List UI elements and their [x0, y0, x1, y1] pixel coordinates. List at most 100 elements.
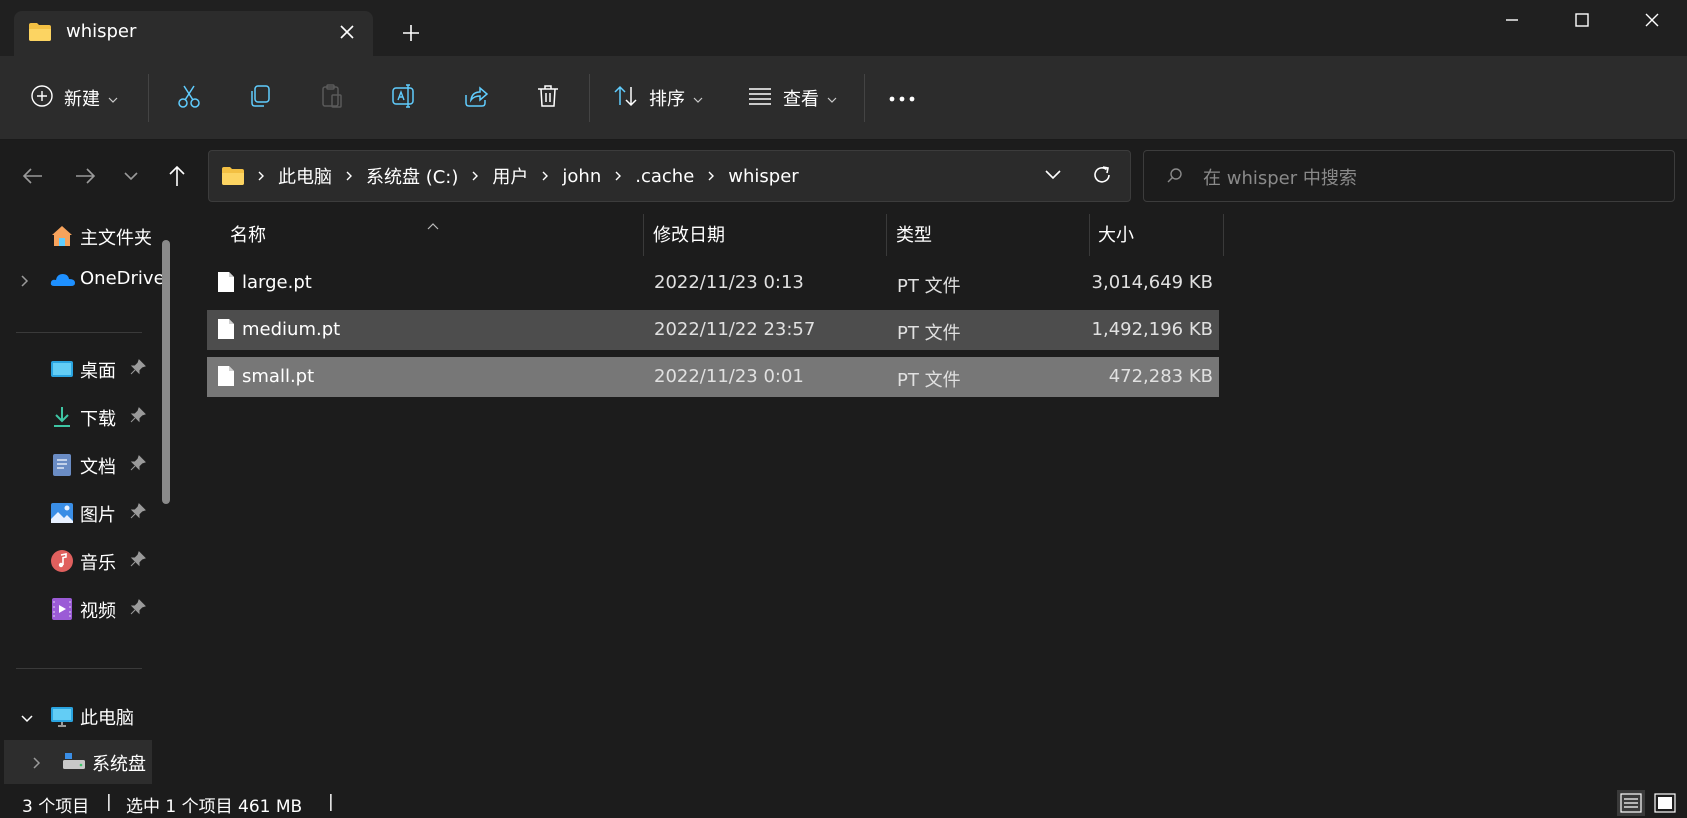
command-bar: 新建 排序 查看 — [0, 56, 1687, 140]
column-header-size[interactable]: 大小 — [1098, 212, 1134, 256]
view-button[interactable]: 查看 — [747, 78, 837, 118]
column-header-date[interactable]: 修改日期 — [653, 212, 725, 256]
tab-whisper[interactable]: whisper — [14, 11, 373, 56]
column-divider[interactable] — [643, 214, 644, 256]
column-header-name[interactable]: 名称 — [230, 212, 266, 256]
breadcrumb-this-pc[interactable]: 此电脑 — [278, 163, 332, 189]
sidebar-item-label: 主文件夹 — [80, 228, 152, 249]
pin-icon[interactable] — [130, 359, 146, 380]
chevron-right-icon[interactable] — [614, 170, 622, 182]
sidebar-item-downloads[interactable]: 下载 — [0, 395, 155, 439]
breadcrumb-users[interactable]: 用户 — [492, 163, 528, 189]
download-icon — [50, 405, 74, 429]
file-size: 472,283 KB — [1108, 366, 1213, 387]
pin-icon[interactable] — [130, 551, 146, 572]
file-type: PT 文件 — [897, 276, 961, 297]
delete-icon — [535, 83, 561, 114]
tiles-view-icon[interactable] — [1651, 790, 1679, 816]
address-bar[interactable]: 此电脑 系统盘 (C:) 用户 john .cache whisper — [208, 150, 1131, 202]
delete-button[interactable] — [535, 78, 561, 118]
cut-button[interactable] — [176, 78, 202, 118]
sidebar-item-home[interactable]: 主文件夹 — [0, 214, 155, 258]
chevron-right-icon[interactable] — [707, 170, 715, 182]
rename-button[interactable] — [391, 78, 417, 118]
folder-icon — [221, 166, 245, 186]
breadcrumb-cache[interactable]: .cache — [635, 166, 694, 187]
file-list: 名称 修改日期 类型 大小 large.pt 2022/11/23 0:13 P… — [185, 212, 1687, 786]
breadcrumb-john[interactable]: john — [562, 166, 601, 187]
sidebar-item-system-drive[interactable]: 系统盘 — [4, 740, 152, 784]
close-window-icon[interactable] — [1622, 4, 1682, 36]
minimize-icon[interactable] — [1482, 4, 1542, 36]
sidebar-item-desktop[interactable]: 桌面 — [0, 347, 155, 391]
address-history-chevron-icon[interactable] — [1043, 166, 1063, 189]
selection-info: 选中 1 个项目 461 MB — [126, 797, 303, 817]
maximize-icon[interactable] — [1552, 4, 1612, 36]
pin-icon[interactable] — [130, 455, 146, 476]
copy-button[interactable] — [247, 78, 273, 118]
sidebar-item-music[interactable]: 音乐 — [0, 539, 155, 583]
column-divider[interactable] — [1223, 214, 1224, 256]
recent-locations-chevron-icon[interactable] — [116, 161, 146, 191]
view-label: 查看 — [783, 89, 819, 110]
chevron-right-icon[interactable] — [471, 170, 479, 182]
pin-icon[interactable] — [130, 407, 146, 428]
plus-icon[interactable] — [398, 20, 424, 46]
navigation-pane: 主文件夹 OneDrive 桌面 下载 文档 图片 音乐 视频 此电脑 系统盘 — [0, 212, 180, 786]
sidebar-item-onedrive[interactable]: OneDrive — [0, 258, 165, 302]
onedrive-icon — [50, 268, 75, 292]
more-options-button[interactable] — [888, 78, 916, 118]
search-icon — [1166, 167, 1184, 190]
sidebar-item-pictures[interactable]: 图片 — [0, 491, 155, 535]
column-divider[interactable] — [886, 214, 887, 256]
sidebar-item-label: 图片 — [80, 505, 116, 526]
pin-icon[interactable] — [130, 503, 146, 524]
file-size: 1,492,196 KB — [1091, 319, 1213, 340]
sidebar-scrollbar[interactable] — [162, 240, 170, 504]
sidebar-item-documents[interactable]: 文档 — [0, 443, 155, 487]
chevron-right-icon[interactable] — [541, 170, 549, 182]
chevron-right-icon[interactable] — [20, 272, 30, 293]
status-divider: | — [328, 792, 334, 812]
toolbar-divider — [589, 74, 590, 122]
pictures-icon — [50, 501, 74, 525]
column-header-type[interactable]: 类型 — [896, 212, 932, 256]
new-button[interactable]: 新建 — [30, 78, 118, 118]
chevron-right-icon[interactable] — [257, 170, 265, 182]
sidebar-divider — [16, 668, 142, 669]
file-type: PT 文件 — [897, 323, 961, 344]
details-view-icon[interactable] — [1617, 790, 1645, 816]
forward-arrow-icon[interactable] — [70, 161, 100, 191]
toolbar-divider — [148, 74, 149, 122]
table-row[interactable]: medium.pt 2022/11/22 23:57 PT 文件 1,492,1… — [207, 310, 1219, 350]
back-arrow-icon[interactable] — [18, 161, 48, 191]
status-bar: 3 个项目 | 选中 1 个项目 461 MB | — [0, 786, 1687, 818]
close-tab-icon[interactable] — [334, 19, 360, 45]
search-input[interactable]: 在 whisper 中搜索 — [1143, 150, 1675, 202]
column-divider[interactable] — [1089, 214, 1090, 256]
share-icon — [463, 83, 489, 114]
breadcrumb-system-drive[interactable]: 系统盘 (C:) — [366, 163, 458, 189]
sidebar-divider — [16, 332, 142, 333]
sidebar-item-this-pc[interactable]: 此电脑 — [0, 694, 155, 738]
chevron-down-icon — [827, 88, 837, 109]
file-icon — [217, 365, 235, 392]
more-icon — [888, 88, 916, 109]
table-row[interactable]: large.pt 2022/11/23 0:13 PT 文件 3,014,649… — [207, 263, 1219, 303]
sort-button[interactable]: 排序 — [613, 78, 703, 118]
file-name: medium.pt — [242, 319, 341, 340]
breadcrumb: 此电脑 系统盘 (C:) 用户 john .cache whisper — [221, 151, 799, 201]
chevron-right-icon[interactable] — [345, 170, 353, 182]
breadcrumb-whisper[interactable]: whisper — [728, 166, 798, 187]
table-row-selected[interactable]: small.pt 2022/11/23 0:01 PT 文件 472,283 K… — [207, 357, 1219, 397]
chevron-down-icon — [108, 88, 118, 109]
sort-label: 排序 — [649, 89, 685, 110]
chevron-right-icon[interactable] — [32, 754, 42, 775]
up-arrow-icon[interactable] — [162, 161, 192, 191]
share-button[interactable] — [463, 78, 489, 118]
sidebar-item-videos[interactable]: 视频 — [0, 587, 155, 631]
pin-icon[interactable] — [130, 599, 146, 620]
paste-button[interactable] — [319, 78, 345, 118]
refresh-icon[interactable] — [1091, 164, 1113, 191]
chevron-down-icon[interactable] — [20, 708, 34, 729]
